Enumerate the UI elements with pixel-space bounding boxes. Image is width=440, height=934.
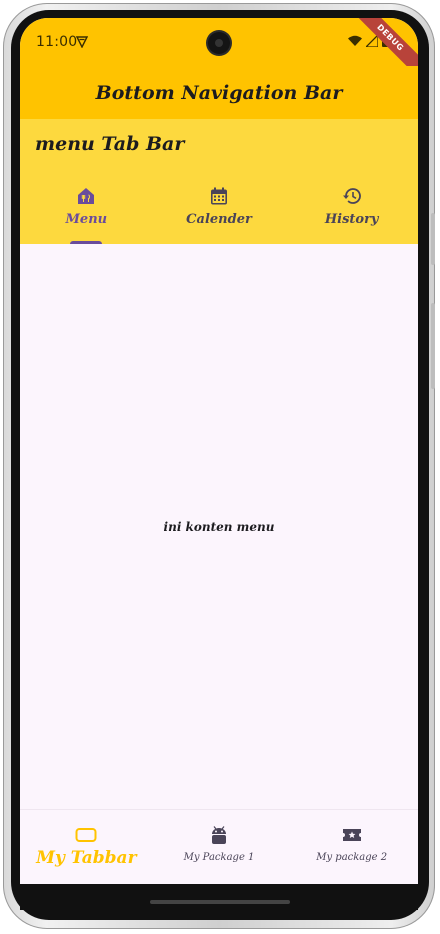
power-button [431,213,435,265]
app-screen: 11:00 DEBUG Bottom Navigation Bar menu T… [20,18,418,884]
tab-history[interactable]: History [285,179,418,244]
home-indicator [150,900,290,904]
bottom-navigation-bar: My Tabbar My Package 1 My package 2 [20,809,418,884]
status-time: 11:00 [36,34,78,50]
app-bar-title: Bottom Navigation Bar [95,81,343,104]
app-bar: Bottom Navigation Bar [20,66,418,119]
calendar-icon [211,187,227,205]
local-activity-icon [342,829,361,841]
front-camera [208,32,230,54]
tab-bar-header: menu Tab Bar Menu Calender History [20,119,418,244]
android-icon [212,826,226,844]
content-text: ini konten menu [163,519,275,534]
tab-bar-title: menu Tab Bar [35,133,185,155]
nav-item-label: My Tabbar [36,848,137,868]
tab-calender-label: Calender [186,212,252,227]
tab-calender[interactable]: Calender [153,179,286,244]
nav-item-label: My Package 1 [183,852,255,863]
nav-item-label: My package 2 [316,852,388,863]
volume-button [431,303,435,389]
nav-item-my-package-1[interactable]: My Package 1 [153,810,286,884]
nav-item-my-package-2[interactable]: My package 2 [285,810,418,884]
history-icon [342,188,361,204]
tab-history-label: History [324,212,379,227]
wifi-icon [348,35,362,46]
vpn-icon [75,36,89,51]
phone-chin [20,884,418,910]
tab-bar: Menu Calender History [20,179,418,244]
tablet-icon [75,828,97,842]
nav-item-my-tabbar[interactable]: My Tabbar [20,810,153,884]
tab-content: ini konten menu [20,244,418,809]
tab-menu-label: Menu [65,212,108,227]
tab-menu[interactable]: Menu [20,179,153,244]
menu-restaurant-icon [78,188,95,204]
status-bar: 11:00 DEBUG [20,18,418,82]
